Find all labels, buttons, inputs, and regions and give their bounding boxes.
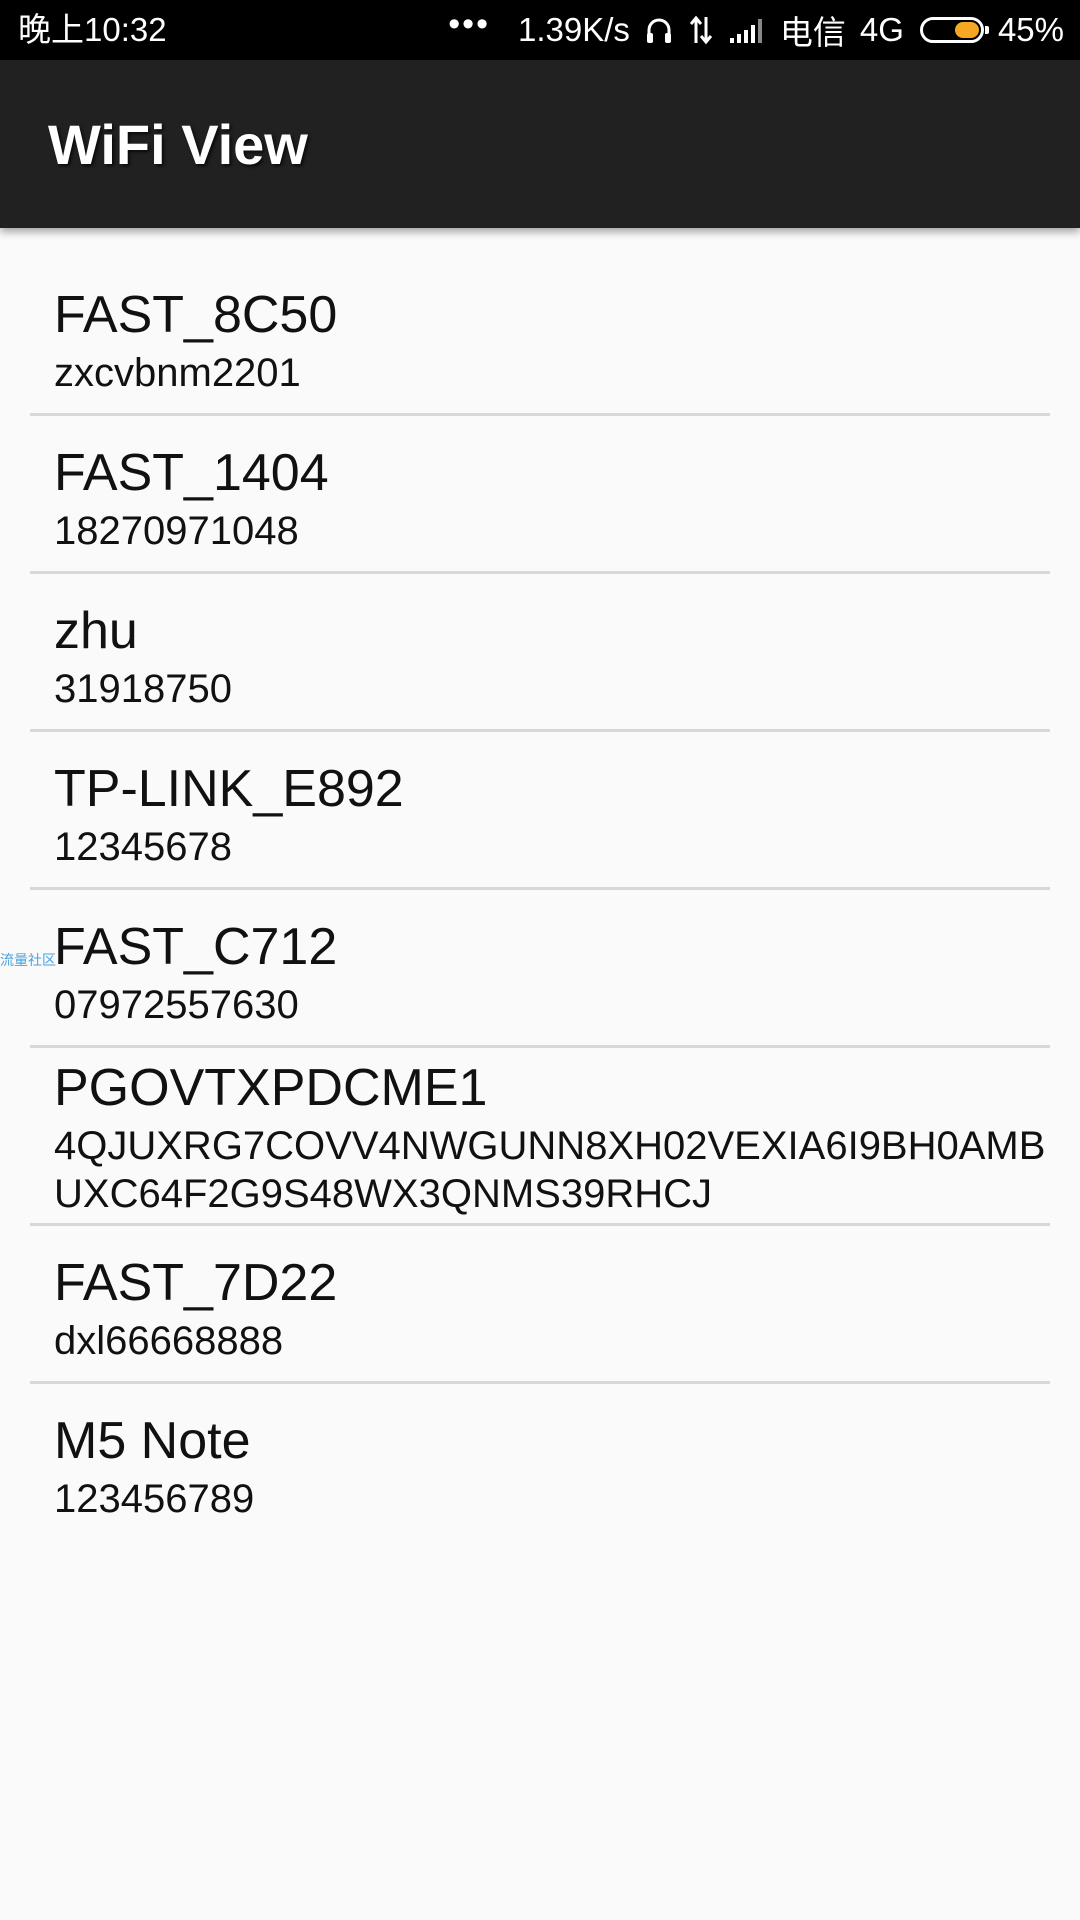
- more-notifications-icon: •••: [448, 4, 490, 43]
- wifi-password: 31918750: [54, 667, 232, 711]
- wifi-ssid: zhu: [54, 602, 138, 660]
- wifi-password: 18270971048: [54, 509, 299, 553]
- watermark-text: 流量社区: [0, 953, 56, 969]
- wifi-ssid: PGOVTXPDCME1: [54, 1059, 488, 1117]
- carrier-name: 电信: [779, 14, 846, 51]
- wifi-password: dxl66668888: [54, 1319, 284, 1363]
- list-item[interactable]: PGOVTXPDCME1 4QJUXRG7COVV4NWGUNN8XH02VEX…: [0, 1048, 1080, 1226]
- wifi-ssid: FAST_7D22: [54, 1254, 338, 1312]
- battery-fill: [954, 22, 979, 38]
- wifi-ssid: FAST_1404: [54, 444, 329, 502]
- wifi-password: 07972557630: [54, 983, 299, 1027]
- battery-nub: [984, 26, 989, 34]
- signal-icon: [728, 16, 766, 44]
- wifi-password: zxcvbnm2201: [54, 351, 301, 395]
- list-item[interactable]: FAST_C712 07972557630: [0, 890, 1080, 1048]
- status-time: 晚上10:32: [18, 11, 167, 48]
- list-item[interactable]: FAST_1404 18270971048: [0, 416, 1080, 574]
- wifi-ssid: FAST_C712: [54, 918, 338, 976]
- status-bar: 晚上10:32 ••• 1.39K/s 电信 4G 45%: [0, 0, 1080, 60]
- network-speed: 1.39K/s: [517, 11, 630, 48]
- network-type: 4G: [859, 11, 904, 48]
- headphones-icon: [644, 15, 674, 45]
- wifi-ssid: M5 Note: [54, 1412, 251, 1470]
- wifi-ssid: TP-LINK_E892: [54, 760, 404, 818]
- app-bar: WiFi View: [0, 60, 1080, 228]
- list-item[interactable]: M5 Note 123456789: [0, 1384, 1080, 1542]
- list-item[interactable]: zhu 31918750: [0, 574, 1080, 732]
- list-item[interactable]: FAST_8C50 zxcvbnm2201: [0, 258, 1080, 416]
- battery-icon: [919, 17, 989, 43]
- wifi-ssid: FAST_8C50: [54, 286, 338, 344]
- wifi-password: 12345678: [54, 825, 232, 869]
- status-icons: ••• 1.39K/s 电信 4G 45%: [434, 0, 1064, 60]
- app-title: WiFi View: [48, 113, 308, 176]
- wifi-password: 4QJUXRG7COVV4NWGUNN8XH02VEXIA6I9BH0AMBUX…: [54, 1124, 1046, 1216]
- wifi-list: FAST_8C50 zxcvbnm2201 FAST_1404 18270971…: [0, 258, 1080, 1542]
- battery-percent: 45%: [997, 11, 1064, 48]
- wifi-password: 123456789: [54, 1477, 255, 1521]
- data-arrows-icon: [688, 15, 714, 45]
- list-item[interactable]: FAST_7D22 dxl66668888: [0, 1226, 1080, 1384]
- list-item[interactable]: TP-LINK_E892 12345678: [0, 732, 1080, 890]
